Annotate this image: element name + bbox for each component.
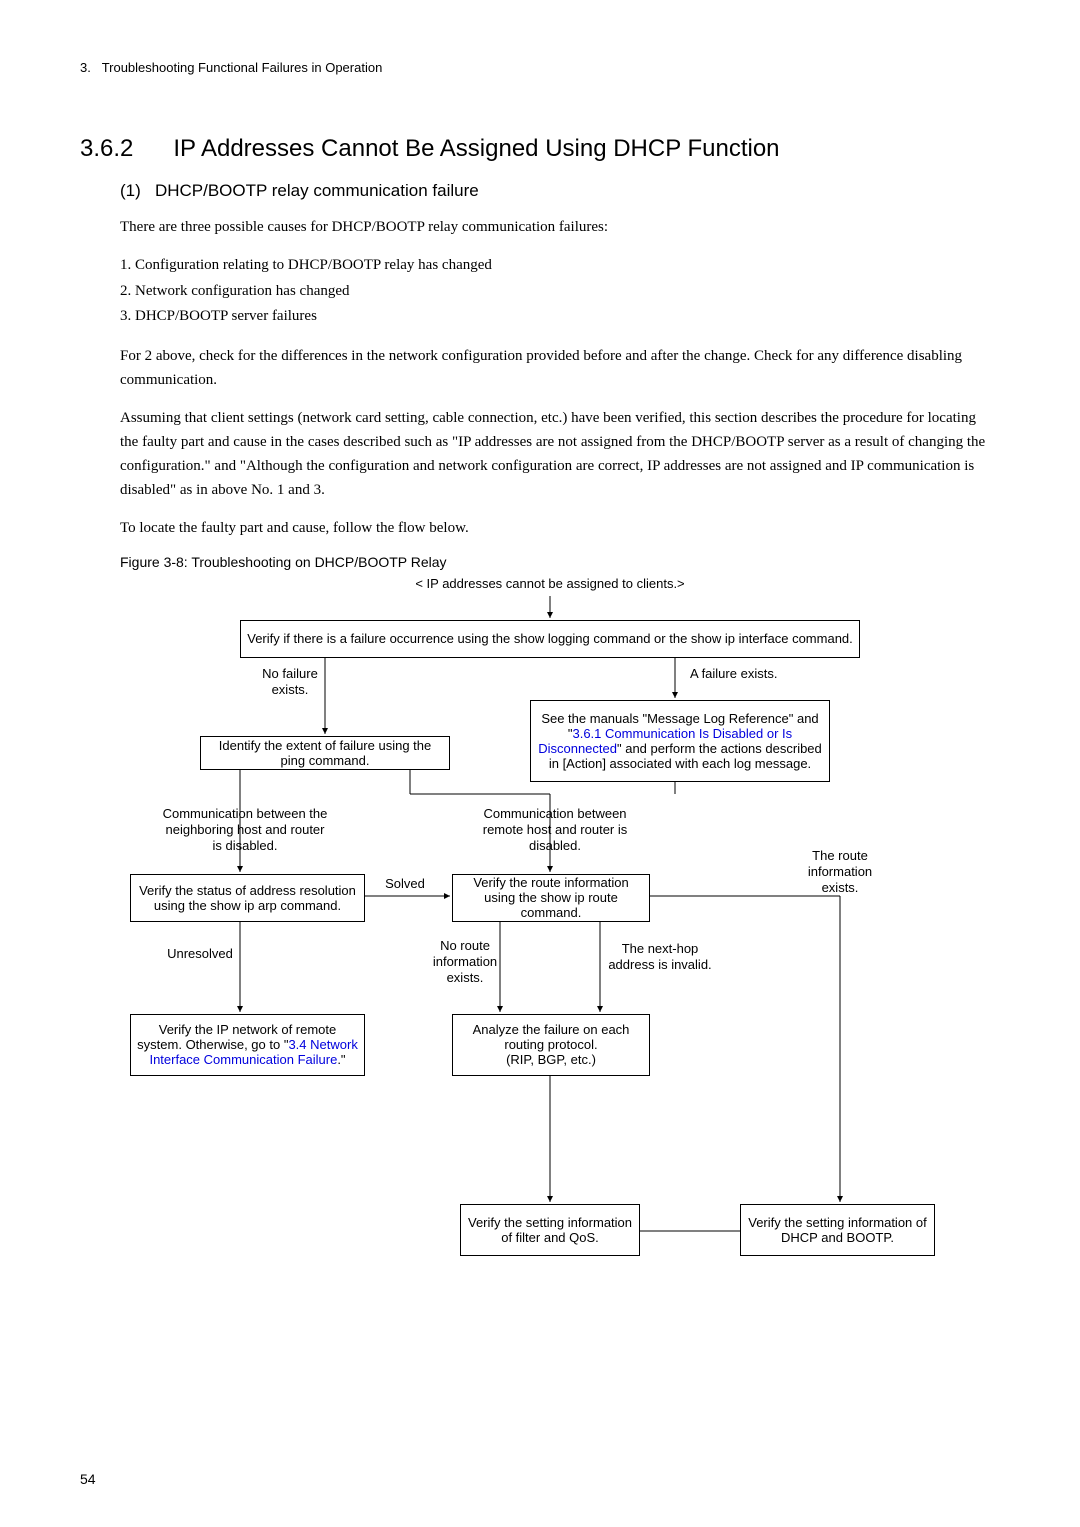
- flow-box-verify-failure: Verify if there is a failure occurrence …: [240, 620, 860, 658]
- paragraph-4: To locate the faulty part and cause, fol…: [120, 516, 990, 540]
- subsection-number: (1): [120, 181, 141, 200]
- section-number: 3.6.2: [80, 135, 133, 163]
- label-no-route: No route information exists.: [420, 938, 510, 987]
- subsection-heading: (1) DHCP/BOOTP relay communication failu…: [120, 181, 1000, 201]
- flow-box-dhcp-bootp: Verify the setting information of DHCP a…: [740, 1204, 935, 1256]
- label-unresolved: Unresolved: [155, 946, 245, 962]
- cause-list: 1. Configuration relating to DHCP/BOOTP …: [120, 253, 1000, 330]
- label-nexthop: The next-hop address is invalid.: [600, 941, 720, 974]
- chapter-title: Troubleshooting Functional Failures in O…: [102, 60, 383, 75]
- flow-box5-text: Verify the route information using the s…: [459, 875, 643, 920]
- label-solved: Solved: [375, 876, 435, 892]
- box6-post: .": [337, 1052, 345, 1067]
- flow-box7-text: Analyze the failure on each routing prot…: [459, 1022, 643, 1067]
- flowchart: < IP addresses cannot be assigned to cli…: [120, 576, 1000, 1306]
- flow-box-message-log: See the manuals "Message Log Reference" …: [530, 700, 830, 782]
- list-item-1: 1. Configuration relating to DHCP/BOOTP …: [120, 253, 1000, 279]
- flow-box-route: Verify the route information using the s…: [452, 874, 650, 922]
- flow-box1-text: Verify if there is a failure occurrence …: [247, 631, 853, 646]
- flow-box4-text: Verify the status of address resolution …: [137, 883, 358, 913]
- label-route-exists: The route information exists.: [790, 848, 890, 897]
- label-comm-neighbor: Communication between the neighboring ho…: [160, 806, 330, 855]
- page-number: 54: [80, 1471, 96, 1487]
- page-header: 3. Troubleshooting Functional Failures i…: [80, 60, 1000, 75]
- flow-box-remote-network: Verify the IP network of remote system. …: [130, 1014, 365, 1076]
- chapter-number: 3.: [80, 60, 91, 75]
- flow-box-routing-protocol: Analyze the failure on each routing prot…: [452, 1014, 650, 1076]
- section-title: IP Addresses Cannot Be Assigned Using DH…: [173, 135, 779, 163]
- flow-start-label: < IP addresses cannot be assigned to cli…: [380, 576, 720, 592]
- flow-box-ping: Identify the extent of failure using the…: [200, 736, 450, 770]
- subsection-title: DHCP/BOOTP relay communication failure: [155, 181, 479, 200]
- flow-box2-text: Identify the extent of failure using the…: [207, 738, 443, 768]
- section-heading: 3.6.2 IP Addresses Cannot Be Assigned Us…: [80, 135, 1000, 163]
- flow-box6-text: Verify the IP network of remote system. …: [137, 1022, 358, 1067]
- label-no-failure: No failure exists.: [250, 666, 330, 699]
- list-item-3: 3. DHCP/BOOTP server failures: [120, 304, 1000, 330]
- figure-caption: Figure 3-8: Troubleshooting on DHCP/BOOT…: [120, 554, 1000, 570]
- flow-box-filter-qos: Verify the setting information of filter…: [460, 1204, 640, 1256]
- flow-box9-text: Verify the setting information of DHCP a…: [747, 1215, 928, 1245]
- label-comm-remote: Communication between remote host and ro…: [470, 806, 640, 855]
- flow-box-arp: Verify the status of address resolution …: [130, 874, 365, 922]
- flow-box3-text: See the manuals "Message Log Reference" …: [537, 711, 823, 771]
- paragraph-3: Assuming that client settings (network c…: [120, 406, 990, 502]
- list-item-2: 2. Network configuration has changed: [120, 279, 1000, 305]
- paragraph-1: There are three possible causes for DHCP…: [120, 215, 990, 239]
- paragraph-2: For 2 above, check for the differences i…: [120, 344, 990, 392]
- label-failure-exists: A failure exists.: [690, 666, 810, 682]
- flow-box8-text: Verify the setting information of filter…: [467, 1215, 633, 1245]
